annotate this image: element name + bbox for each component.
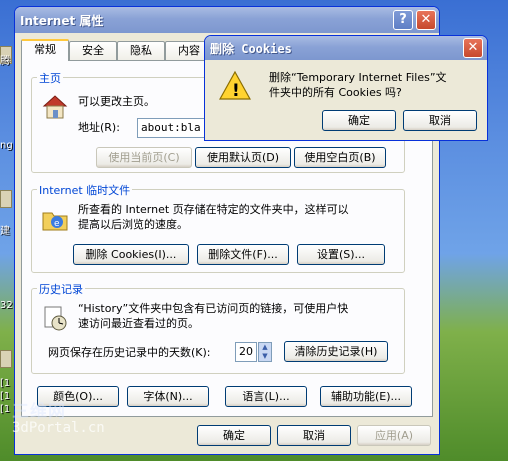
history-days-input[interactable]: 20 [235, 342, 257, 362]
window-title: Internet 属性 [20, 14, 104, 28]
temp-files-desc-line1: 所查看的 Internet 页存储在特定的文件夹中，这样可以 [78, 203, 349, 216]
delete-cookies-dialog: 删除 Cookies ✕ ! 删除“Temporary Internet Fil… [204, 35, 488, 141]
window-titlebar[interactable]: Internet 属性 ? ✕ [15, 7, 439, 33]
desktop-icon-label: ng [0, 140, 13, 151]
house-icon [40, 92, 70, 122]
history-desc-line2: 速访问最近查看过的页。 [78, 317, 199, 330]
languages-button[interactable]: 语言(L)... [225, 386, 307, 407]
close-icon: ✕ [467, 40, 479, 55]
dialog-close-button[interactable]: ✕ [463, 38, 483, 58]
dialog-message-line2: 件夹中的所有 Cookies 吗? [269, 86, 402, 99]
dialog-message-line1: 删除“Temporary Internet Files”文 [269, 71, 447, 84]
tab-security[interactable]: 安全 [69, 41, 117, 60]
desktop-icon-label: 腾 [0, 56, 10, 67]
homepage-description: 可以更改主页。 [78, 95, 155, 108]
dialog-cancel-button[interactable]: 取消 [403, 110, 477, 131]
warning-icon: ! [218, 70, 252, 102]
desktop-icon[interactable] [0, 350, 12, 368]
ok-button[interactable]: 确定 [197, 425, 271, 446]
desktop-icon-label: [1 [0, 378, 11, 389]
cancel-button[interactable]: 取消 [277, 425, 351, 446]
temp-files-group-title: Internet 临时文件 [37, 182, 133, 198]
desktop-icon-label: 建 [0, 226, 10, 237]
close-icon: ✕ [420, 12, 432, 27]
apply-button[interactable]: 应用(A) [357, 425, 431, 446]
warning-glyph: ! [232, 81, 240, 101]
delete-files-button[interactable]: 删除文件(F)... [197, 244, 289, 265]
desktop-icon[interactable] [0, 190, 12, 208]
desktop-icon-label: [1 [0, 391, 11, 402]
use-default-page-button[interactable]: 使用默认页(D) [195, 147, 291, 168]
use-current-page-button[interactable]: 使用当前页(C) [96, 147, 192, 168]
history-desc-line1: “History”文件夹中包含有已访问页的链接，可使用户快 [78, 302, 349, 315]
tab-privacy[interactable]: 隐私 [117, 41, 165, 60]
history-days-spinner[interactable]: ▲ ▼ [258, 342, 272, 362]
dialog-ok-button[interactable]: 确定 [322, 110, 396, 131]
desktop-left-strip: 腾 ng 建 32 [1 [1 [1 [0, 0, 14, 461]
dialog-titlebar[interactable]: 删除 Cookies ✕ [205, 36, 487, 60]
temp-files-settings-button[interactable]: 设置(S)... [297, 244, 385, 265]
tab-general[interactable]: 常规 [21, 39, 69, 61]
history-days-label: 网页保存在历史记录中的天数(K): [48, 346, 211, 359]
accessibility-button[interactable]: 辅助功能(E)... [320, 386, 412, 407]
temp-files-desc-line2: 提高以后浏览的速度。 [78, 218, 188, 231]
temp-files-group: Internet 临时文件 e 所查看的 Internet 页存储在特定的文件夹… [31, 182, 405, 273]
watermark: 三维网 3dPortal.cn [12, 402, 105, 436]
history-clock-icon [40, 303, 70, 333]
desktop-icon-label: 32 [0, 300, 13, 311]
ie-folder-icon: e [40, 204, 70, 234]
history-group: 历史记录 “History”文件夹中包含有已访问页的链接，可使用户快 速访问最近… [31, 281, 405, 374]
clear-history-button[interactable]: 清除历史记录(H) [284, 341, 388, 362]
dialog-title: 删除 Cookies [210, 42, 292, 56]
help-icon: ? [399, 12, 407, 27]
fonts-button[interactable]: 字体(N)... [127, 386, 209, 407]
delete-cookies-button[interactable]: 删除 Cookies(I)... [73, 244, 189, 265]
homepage-group-title: 主页 [37, 70, 63, 86]
desktop-icon-label: [1 [0, 404, 11, 415]
watermark-line2: 3dPortal.cn [12, 420, 105, 436]
use-blank-page-button[interactable]: 使用空白页(B) [294, 147, 386, 168]
spin-up-icon[interactable]: ▲ [259, 343, 271, 352]
close-button[interactable]: ✕ [416, 10, 436, 30]
help-button[interactable]: ? [393, 10, 413, 30]
history-group-title: 历史记录 [37, 281, 85, 297]
watermark-line1: 三维网 [12, 402, 66, 422]
spin-down-icon[interactable]: ▼ [259, 352, 271, 361]
address-label: 地址(R): [78, 121, 120, 134]
svg-text:e: e [54, 219, 60, 229]
